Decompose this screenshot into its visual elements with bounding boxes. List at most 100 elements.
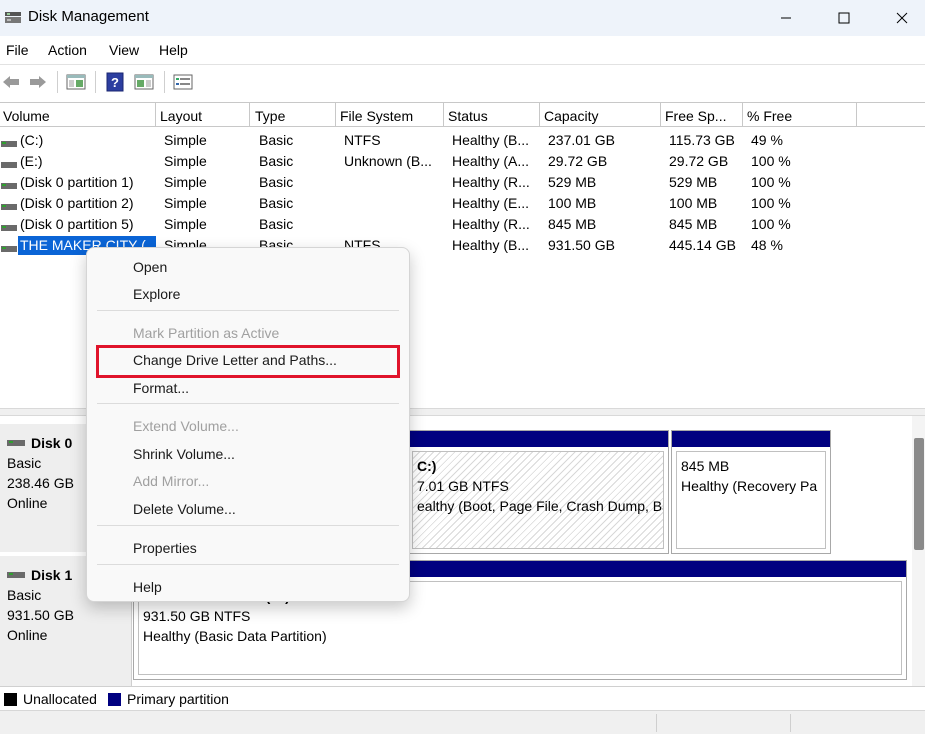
volume-free-space: 29.72 GB (669, 153, 729, 169)
status-divider (656, 714, 657, 732)
disk-name: Disk 0 (31, 435, 73, 451)
menu-item-shrink-volume[interactable]: Shrink Volume... (87, 441, 409, 467)
column-header-capacity[interactable]: Capacity (541, 103, 661, 127)
volume-layout: Simple (164, 195, 207, 211)
volume-capacity: 237.01 GB (548, 132, 615, 148)
menu-item-change-drive-letter[interactable]: Change Drive Letter and Paths... (87, 347, 409, 373)
disk-size: 931.50 GB (7, 607, 74, 623)
volume-type: Basic (259, 195, 294, 211)
volume-row[interactable]: (Disk 0 partition 5) Simple Basic Health… (0, 214, 925, 235)
volume-name: (E:) (20, 153, 43, 169)
detail-view-button[interactable] (170, 71, 196, 93)
volume-layout: Simple (164, 132, 207, 148)
minimize-button[interactable] (757, 0, 815, 36)
partition-recovery[interactable]: 845 MB Healthy (Recovery Pa (671, 430, 831, 554)
disk-icon (7, 440, 25, 446)
detail-view-icon (173, 74, 193, 90)
volume-row[interactable]: (C:) Simple Basic NTFS Healthy (B... 237… (0, 130, 925, 151)
volume-free-space: 445.14 GB (669, 237, 736, 253)
partition-body: 845 MB Healthy (Recovery Pa (676, 451, 826, 549)
forward-button[interactable] (26, 71, 50, 93)
column-header-percent-free[interactable]: % Free (744, 103, 857, 127)
close-icon (896, 12, 908, 24)
volume-capacity: 529 MB (548, 174, 597, 190)
vertical-scrollbar[interactable] (912, 416, 925, 686)
menu-help[interactable]: Help (159, 42, 188, 58)
volume-row[interactable]: (E:) Simple Basic Unknown (B... Healthy … (0, 151, 925, 172)
column-header-type[interactable]: Type (252, 103, 336, 127)
menu-item-properties[interactable]: Properties (87, 535, 409, 561)
volume-file-system: NTFS (344, 132, 381, 148)
toolbar: ? (0, 64, 925, 100)
menu-action[interactable]: Action (48, 42, 87, 58)
column-header-status[interactable]: Status (445, 103, 540, 127)
volume-percent-free: 100 % (751, 216, 791, 232)
menu-view[interactable]: View (109, 42, 139, 58)
partition-size: 7.01 GB NTFS (417, 478, 509, 494)
menu-item-add-mirror: Add Mirror... (133, 473, 210, 489)
partition-status: Healthy (Recovery Pa (681, 478, 818, 494)
legend-swatch (4, 692, 17, 706)
disk-icon (7, 572, 25, 578)
volume-capacity: 931.50 GB (548, 237, 615, 253)
menu-separator (97, 403, 399, 404)
context-menu: Open Explore Mark Partition as Active Ch… (86, 247, 410, 602)
volume-percent-free: 49 % (751, 132, 783, 148)
legend-item-unallocated: Unallocated (4, 691, 97, 707)
volume-row[interactable]: (Disk 0 partition 2) Simple Basic Health… (0, 193, 925, 214)
column-header-file-system[interactable]: File System (337, 103, 444, 127)
menu-bar: File Action View Help (0, 36, 925, 64)
properties-grid-button[interactable] (131, 71, 157, 93)
maximize-icon (838, 12, 850, 24)
column-header-free-space[interactable]: Free Sp... (662, 103, 743, 127)
volume-icon (1, 157, 17, 168)
legend-item-primary: Primary partition (108, 691, 229, 707)
partition-size: 931.50 GB NTFS (143, 608, 251, 624)
properties-grid-icon (134, 74, 154, 90)
volume-icon (1, 136, 17, 147)
menu-separator (97, 564, 399, 565)
disk-management-icon (4, 9, 22, 25)
status-divider (790, 714, 791, 732)
volume-status: Healthy (R... (452, 174, 530, 190)
help-button[interactable]: ? (104, 71, 126, 93)
column-header-volume[interactable]: Volume (0, 103, 156, 127)
volume-free-space: 100 MB (669, 195, 718, 211)
partition-c[interactable]: C:) 7.01 GB NTFS ealthy (Boot, Page File… (407, 430, 669, 554)
menu-file[interactable]: File (6, 42, 29, 58)
volume-percent-free: 100 % (751, 195, 791, 211)
volume-type: Basic (259, 153, 294, 169)
volume-status: Healthy (B... (452, 237, 530, 253)
volume-icon (1, 241, 17, 252)
volume-type: Basic (259, 216, 294, 232)
back-button[interactable] (0, 71, 22, 93)
toolbar-separator (95, 71, 96, 93)
menu-item-format[interactable]: Format... (87, 375, 409, 401)
scrollbar-thumb[interactable] (914, 438, 924, 550)
help-icon: ? (106, 72, 124, 92)
maximize-button[interactable] (815, 0, 873, 36)
volume-layout: Simple (164, 153, 207, 169)
volume-free-space: 115.73 GB (669, 132, 735, 148)
menu-separator (97, 525, 399, 526)
menu-item-delete-volume[interactable]: Delete Volume... (87, 496, 409, 522)
console-tree-button[interactable] (64, 71, 88, 93)
volume-list-header: Volume Layout Type File System Status Ca… (0, 103, 925, 127)
close-button[interactable] (873, 0, 925, 36)
legend: Unallocated Primary partition (0, 686, 925, 710)
volume-status: Healthy (A... (452, 153, 530, 169)
menu-item-explore[interactable]: Explore (87, 281, 409, 307)
volume-percent-free: 48 % (751, 237, 783, 253)
partition-header-bar (408, 431, 668, 447)
volume-status: Healthy (R... (452, 216, 530, 232)
title-bar: Disk Management (0, 0, 925, 36)
volume-name: (Disk 0 partition 5) (20, 216, 134, 232)
menu-item-open[interactable]: Open (87, 254, 409, 280)
menu-item-help[interactable]: Help (87, 574, 409, 600)
disk-state: Online (7, 627, 48, 643)
column-header-layout[interactable]: Layout (157, 103, 250, 127)
partition-status: ealthy (Boot, Page File, Crash Dump, Ba (417, 498, 664, 514)
volume-row[interactable]: (Disk 0 partition 1) Simple Basic Health… (0, 172, 925, 193)
volume-type: Basic (259, 174, 294, 190)
disk-name: Disk 1 (31, 567, 73, 583)
